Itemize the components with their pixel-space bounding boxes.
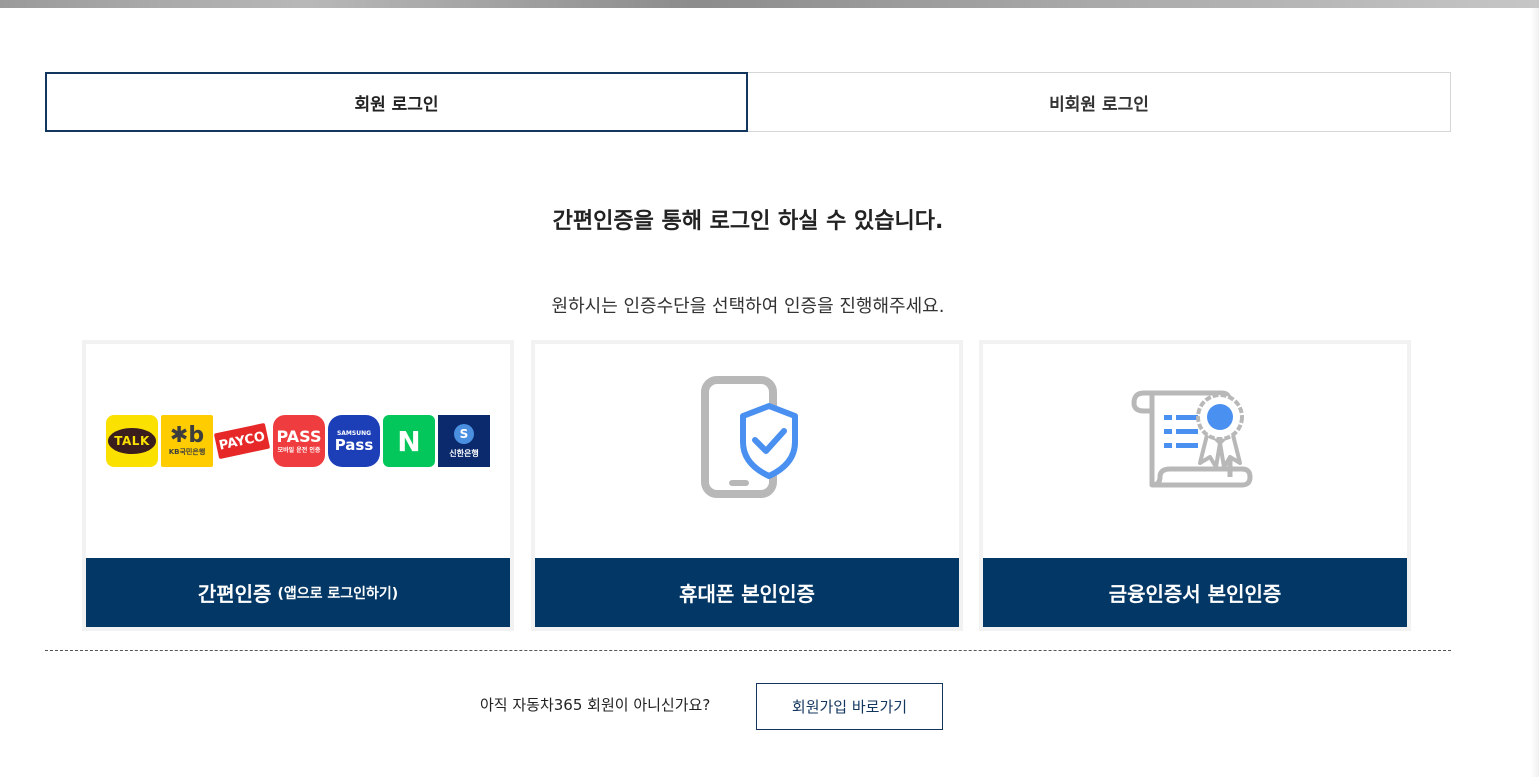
- provider-logos: TALK ✱b KB국민은행 PAYCO PASS 모바일 운전 인증 SAMS…: [106, 415, 490, 467]
- payco-label: PAYCO: [217, 428, 267, 454]
- card-phone-auth[interactable]: 휴대폰 본인인증: [531, 340, 963, 631]
- phone-shield-icon: [701, 376, 798, 498]
- page-subline: 원하시는 인증수단을 선택하여 인증을 진행해주세요.: [551, 296, 945, 317]
- phone-auth-art: [535, 344, 959, 558]
- pass-icon: PASS 모바일 운전 인증: [273, 415, 325, 467]
- signup-button[interactable]: 회원가입 바로가기: [756, 683, 943, 730]
- cert-auth-label: 금융인증서 본인인증: [1108, 582, 1282, 606]
- right-edge-shadow: [1531, 8, 1539, 777]
- kb-text: KB국민은행: [168, 448, 206, 456]
- dashed-divider: [45, 650, 1451, 651]
- phone-auth-label: 휴대폰 본인인증: [679, 582, 815, 606]
- page-headline: 간편인증을 통해 로그인 하실 수 있습니다.: [552, 209, 944, 234]
- samsung-pass-label: Pass: [334, 435, 374, 454]
- simple-auth-label: 간편인증: [197, 582, 272, 606]
- cert-auth-button[interactable]: 금융인증서 본인인증: [983, 558, 1407, 627]
- kakao-talk-label: TALK: [108, 428, 156, 454]
- card-cert-auth[interactable]: 금융인증서 본인인증: [979, 340, 1411, 631]
- kakao-talk-icon: TALK: [106, 415, 158, 467]
- naver-icon: N: [383, 415, 435, 467]
- pass-label: PASS: [276, 426, 322, 446]
- certificate-scroll-icon: [1131, 390, 1253, 488]
- login-tabs: 회원 로그인 비회원 로그인: [45, 72, 1451, 132]
- pass-sublabel: 모바일 운전 인증: [277, 446, 321, 454]
- signup-prompt: 아직 자동차365 회원이 아니신가요?: [480, 696, 711, 714]
- kb-bank-icon: ✱b KB국민은행: [161, 415, 213, 467]
- naver-label: N: [397, 424, 421, 458]
- tab-guest-login[interactable]: 비회원 로그인: [747, 72, 1451, 132]
- cert-auth-art: [983, 344, 1407, 558]
- top-banner-strip: [0, 0, 1539, 8]
- shinhan-text: 신한은행: [449, 448, 479, 458]
- phone-auth-button[interactable]: 휴대폰 본인인증: [535, 558, 959, 627]
- simple-auth-sublabel: (앱으로 로그인하기): [277, 585, 399, 602]
- shinhan-mark: S: [454, 423, 474, 444]
- shinhan-bank-icon: S 신한은행: [438, 415, 490, 467]
- samsung-pass-icon: SAMSUNG Pass: [328, 415, 380, 467]
- card-simple-auth[interactable]: TALK ✱b KB국민은행 PAYCO PASS 모바일 운전 인증 SAMS…: [82, 340, 514, 631]
- simple-auth-logos-area: TALK ✱b KB국민은행 PAYCO PASS 모바일 운전 인증 SAMS…: [86, 344, 510, 558]
- kb-mark: ✱b: [169, 423, 205, 448]
- tab-member-login[interactable]: 회원 로그인: [45, 72, 748, 132]
- payco-icon: PAYCO: [213, 422, 271, 460]
- simple-auth-button[interactable]: 간편인증 (앱으로 로그인하기): [86, 558, 510, 627]
